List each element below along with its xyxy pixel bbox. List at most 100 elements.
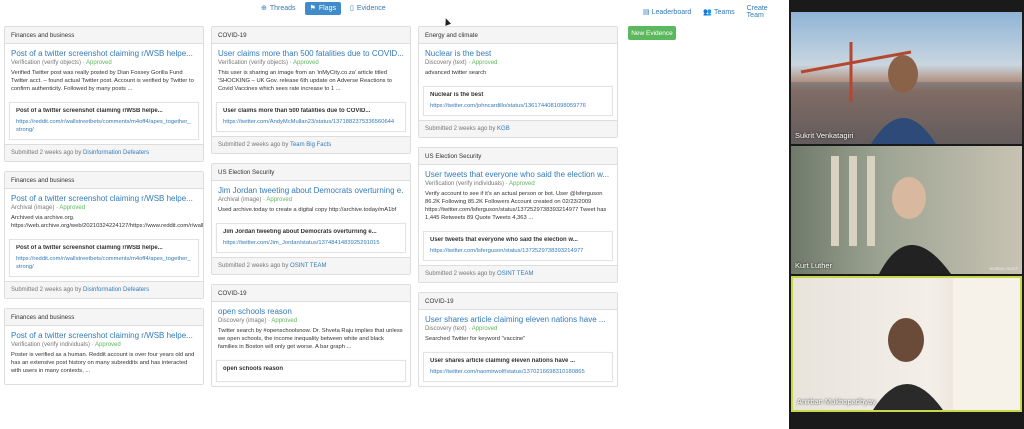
evidence-type: Archival (image): [11, 205, 55, 211]
flag-icon: ⚑: [309, 5, 316, 12]
watermark-logo: NORDIC ROOT: [989, 266, 1018, 271]
flag-preview: User shares article claiming eleven nati…: [423, 352, 613, 382]
tab-flags[interactable]: ⚑ Flags: [304, 2, 341, 15]
card-footer: Submitted 2 weeks ago by Disinformation …: [5, 281, 203, 298]
team-link[interactable]: OSINT TEAM: [497, 271, 533, 277]
card-description: Poster is verified as a human. Reddit ac…: [11, 352, 195, 374]
card-title-link[interactable]: Post of a twitter screenshot claiming r/…: [11, 331, 197, 340]
flag-preview: Post of a twitter screenshot claiming r/…: [9, 239, 199, 277]
card-description: Verified Twitter post was really posted …: [11, 70, 194, 92]
card-title-link[interactable]: User claims more than 500 fatalities due…: [218, 49, 404, 58]
tab-threads[interactable]: ⊕ Threads: [256, 2, 301, 15]
flag-preview-title: Jim Jordan tweeting about Democrats over…: [223, 229, 377, 235]
video-tile-1[interactable]: Sukrit Venkatagiri: [791, 12, 1022, 144]
flag-preview-link[interactable]: https://reddit.com/r/wallstreetbets/comm…: [16, 255, 192, 271]
team-link[interactable]: Disinformation Defeaters: [83, 150, 149, 156]
status-badge: Approved: [95, 342, 121, 348]
flag-preview-link[interactable]: https://twitter.com/AndyMcMullan23/statu…: [223, 118, 399, 126]
teams-label: Teams: [714, 8, 735, 16]
video-frame-3: [873, 278, 1020, 410]
flag-preview: Nuclear is the best https://twitter.com/j…: [423, 86, 613, 116]
card-title-link[interactable]: Post of a twitter screenshot claiming r/…: [11, 194, 197, 203]
flag-preview-title: Nuclear is the best: [430, 92, 484, 98]
flag-preview-title: open schools reason: [223, 366, 284, 372]
card-title-link[interactable]: Post of a twitter screenshot claiming r/…: [11, 49, 197, 58]
column-3: Energy and climate Nuclear is the best D…: [418, 26, 618, 396]
flag-preview-link[interactable]: https://twitter.com/Jim_Jordan/status/13…: [223, 239, 399, 247]
flag-preview-link[interactable]: https://twitter.com/lsferguson/status/13…: [430, 247, 606, 255]
submitted-text: Submitted 2 weeks ago by: [218, 263, 289, 269]
card-footer: Submitted 2 weeks ago by OSINT TEAM: [419, 265, 617, 282]
tab-evidence[interactable]: ▯ Evidence: [345, 2, 391, 15]
flag-preview-title: Post of a twitter screenshot claiming r/…: [16, 108, 163, 114]
submitted-text: Submitted 2 weeks ago by: [11, 150, 82, 156]
video-frame-1: [791, 42, 1022, 144]
submitted-text: Submitted 2 weeks ago by: [425, 126, 496, 132]
tab-evidence-label: Evidence: [356, 5, 386, 12]
card-title-link[interactable]: open schools reason: [218, 307, 404, 316]
status-badge: Approved: [293, 60, 319, 66]
card-description: Twitter search by #openschoolsnow. Dr. S…: [218, 328, 403, 350]
team-link[interactable]: KGB: [497, 126, 510, 132]
card-category: COVID-19: [212, 27, 410, 44]
flag-preview-link[interactable]: https://reddit.com/r/wallstreetbets/comm…: [16, 118, 192, 134]
evidence-card: US Election Security Jim Jordan tweeting…: [211, 163, 411, 275]
card-category: Finances and business: [5, 309, 203, 326]
card-description: advanced twitter search: [425, 70, 487, 76]
evidence-card: Energy and climate Nuclear is the best D…: [418, 26, 618, 138]
team-link[interactable]: OSINT TEAM: [290, 263, 326, 269]
video-tile-2[interactable]: Kurt Luther NORDIC ROOT: [791, 146, 1022, 274]
evidence-type: Verification (verify individuals): [425, 181, 505, 187]
leaderboard-link[interactable]: ▤ Leaderboard: [643, 5, 691, 19]
submitted-text: Submitted 2 weeks ago by: [11, 287, 82, 293]
top-nav: ⊕ Threads ⚑ Flags ▯ Evidence ▤ Leaderboa…: [0, 0, 780, 20]
teams-link[interactable]: 👥 Teams: [703, 5, 734, 19]
card-meta: Discovery (image) · Approved: [218, 318, 298, 324]
card-meta: Verification (verify objects) · Approved: [218, 60, 319, 66]
card-meta: Verification (verify individuals) · Appr…: [11, 342, 121, 348]
card-category: Energy and climate: [419, 27, 617, 44]
card-meta: Archival (image) · Approved: [218, 197, 293, 203]
card-meta: Discovery (text) · Approved: [425, 60, 498, 66]
tab-threads-label: Threads: [269, 5, 296, 12]
evidence-card: Finances and business Post of a twitter …: [4, 26, 204, 162]
evidence-card: COVID-19 open schools reason Discovery (…: [211, 284, 411, 387]
evidence-type: Discovery (text): [425, 326, 467, 332]
card-title-link[interactable]: Jim Jordan tweeting about Democrats over…: [218, 186, 404, 195]
status-badge: Approved: [271, 318, 298, 324]
evidence-app: ⊕ Threads ⚑ Flags ▯ Evidence ▤ Leaderboa…: [0, 0, 780, 429]
participant-name: Anirban Mukhopadhyay: [797, 397, 876, 406]
evidence-card: US Election Security User tweets that ev…: [418, 147, 618, 283]
flag-preview: Jim Jordan tweeting about Democrats over…: [216, 223, 406, 253]
card-title-link[interactable]: User tweets that everyone who said the e…: [425, 170, 611, 179]
card-description: This user is sharing an image from an 'i…: [218, 70, 393, 92]
flag-preview-link[interactable]: https://twitter.com/johncardillo/status/…: [430, 102, 606, 110]
status-badge: Approved: [59, 205, 86, 211]
flag-preview: User tweets that everyone who said the e…: [423, 231, 613, 261]
card-title-link[interactable]: Nuclear is the best: [425, 49, 611, 58]
new-evidence-button[interactable]: New Evidence: [628, 26, 676, 40]
flag-preview: Post of a twitter screenshot claiming r/…: [9, 102, 199, 140]
card-category: COVID-19: [419, 293, 617, 310]
flag-preview-link[interactable]: https://twitter.com/naomirwolf/status/13…: [430, 368, 606, 376]
team-link[interactable]: Team Big Facts: [290, 142, 331, 148]
create-team-link[interactable]: Create Team: [747, 5, 780, 19]
card-title-link[interactable]: User shares article claiming eleven nati…: [425, 315, 611, 324]
card-meta: Archival (image) · Approved: [11, 205, 86, 211]
team-link[interactable]: Disinformation Defeaters: [83, 287, 149, 293]
card-body: Jim Jordan tweeting about Democrats over…: [212, 181, 410, 223]
video-tile-3[interactable]: Anirban Mukhopadhyay: [791, 276, 1022, 412]
tab-flags-label: Flags: [318, 5, 336, 12]
card-meta: Verification (verify individuals) · Appr…: [425, 181, 535, 187]
card-footer: Submitted 2 weeks ago by KGB: [419, 120, 617, 137]
card-footer: Submitted 2 weeks ago by Team Big Facts: [212, 136, 410, 153]
card-body: Post of a twitter screenshot claiming r/…: [5, 326, 203, 384]
card-body: User claims more than 500 fatalities due…: [212, 44, 410, 102]
card-category: US Election Security: [419, 148, 617, 165]
panel-divider: [780, 0, 789, 429]
flag-preview-title: Post of a twitter screenshot claiming r/…: [16, 245, 163, 251]
chart-icon: ▤: [643, 8, 650, 16]
status-badge: Approved: [509, 181, 535, 187]
submitted-text: Submitted 2 weeks ago by: [425, 271, 496, 277]
participant-name: Kurt Luther: [795, 261, 833, 270]
